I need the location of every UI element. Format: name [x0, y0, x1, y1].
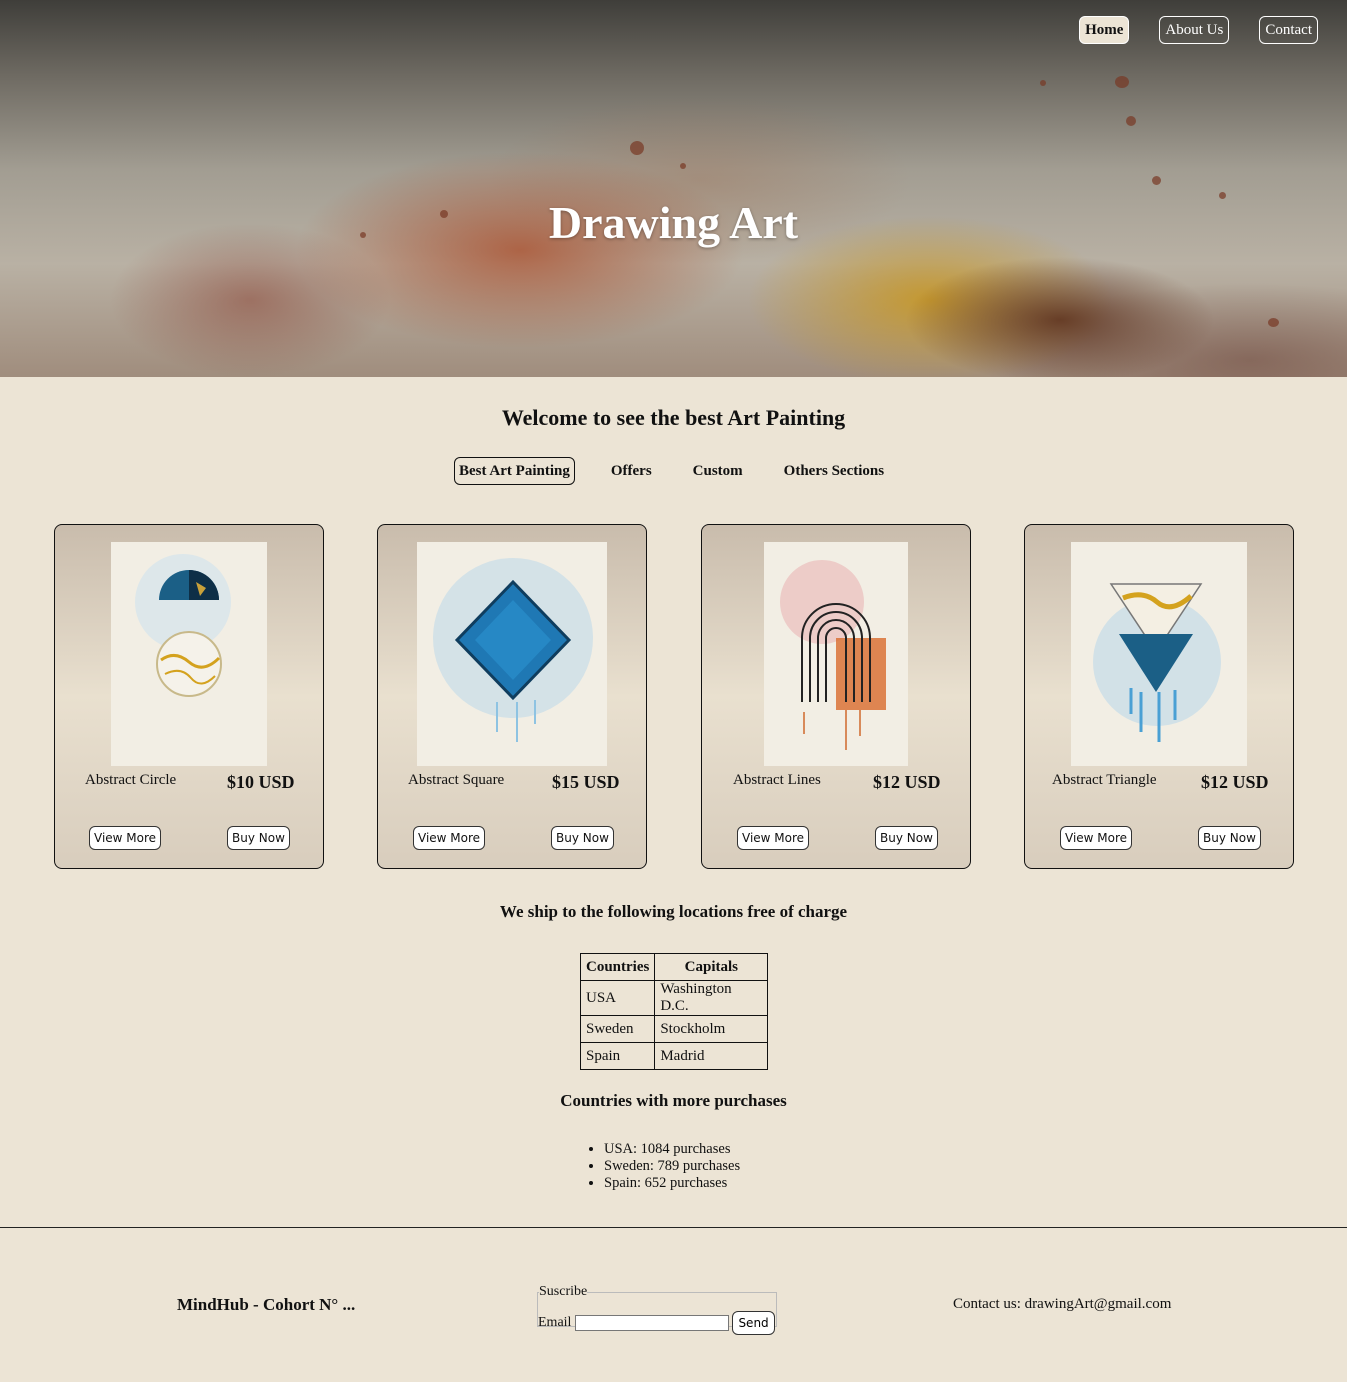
shipping-heading: We ship to the following locations free … — [499, 902, 848, 921]
table-cell: Spain — [579, 1042, 656, 1070]
nav-home-button[interactable]: Home — [1079, 16, 1130, 44]
buy-now-button[interactable]: Buy Now — [227, 826, 290, 850]
product-card: Abstract Square $15 USD View More Buy No… — [377, 524, 647, 869]
product-price: $10 USD — [227, 772, 295, 792]
table-cell: Stockholm — [654, 1015, 769, 1043]
column-header: Capitals — [654, 953, 769, 981]
list-item: Spain: 652 purchases — [604, 1175, 740, 1192]
top-nav: Home About Us Contact — [1079, 16, 1318, 44]
table-cell: Washington D.C. — [654, 980, 769, 1016]
hero-banner: Drawing Art Home About Us Contact — [0, 0, 1347, 377]
product-name: Abstract Circle — [85, 772, 177, 788]
abstract-square-image — [417, 542, 607, 766]
product-card: Abstract Circle $10 USD View More Buy No… — [54, 524, 324, 869]
tab-best-art-painting[interactable]: Best Art Painting — [454, 457, 575, 485]
purchases-heading: Countries with more purchases — [560, 1091, 787, 1110]
list-item: USA: 1084 purchases — [604, 1141, 740, 1158]
product-name: Abstract Triangle — [1052, 772, 1157, 788]
footer-divider — [0, 1227, 1347, 1228]
product-price: $15 USD — [552, 772, 620, 792]
subscribe-form: Suscribe Email Send — [537, 1284, 777, 1335]
column-header: Countries — [579, 953, 656, 981]
buy-now-button[interactable]: Buy Now — [551, 826, 614, 850]
view-more-button[interactable]: View More — [413, 826, 486, 850]
send-button[interactable]: Send — [732, 1311, 775, 1335]
product-card: Abstract Triangle $12 USD View More Buy … — [1024, 524, 1294, 869]
product-card: Abstract Lines $12 USD View More Buy Now — [701, 524, 971, 869]
table-row: Sweden Stockholm — [579, 1015, 769, 1043]
table-header-row: Countries Capitals — [579, 953, 769, 981]
tab-others-sections[interactable]: Others Sections — [779, 457, 889, 485]
abstract-circle-image — [111, 542, 267, 766]
table-row: USA Washington D.C. — [579, 980, 769, 1016]
abstract-triangle-image — [1071, 542, 1247, 766]
view-more-button[interactable]: View More — [737, 826, 810, 850]
product-name: Abstract Square — [408, 772, 505, 788]
footer-brand: MindHub - Cohort N° ... — [177, 1295, 356, 1314]
tab-offers[interactable]: Offers — [606, 457, 657, 485]
footer-contact: Contact us: drawingArt@gmail.com — [953, 1296, 1172, 1312]
email-field[interactable] — [575, 1315, 730, 1331]
buy-now-button[interactable]: Buy Now — [875, 826, 938, 850]
list-item: Sweden: 789 purchases — [604, 1158, 740, 1175]
tab-custom[interactable]: Custom — [688, 457, 748, 485]
table-cell: Madrid — [654, 1042, 769, 1070]
product-name: Abstract Lines — [733, 772, 821, 788]
product-price: $12 USD — [873, 772, 941, 792]
product-price: $12 USD — [1201, 772, 1269, 792]
abstract-lines-image — [764, 542, 908, 766]
subscribe-legend: Suscribe — [539, 1284, 588, 1299]
view-more-button[interactable]: View More — [1060, 826, 1133, 850]
email-label: Email — [538, 1315, 572, 1330]
shipping-table: Countries Capitals USA Washington D.C. S… — [579, 953, 769, 1070]
hero-title: Drawing Art — [548, 197, 799, 248]
table-cell: Sweden — [579, 1015, 656, 1043]
section-tabs: Best Art Painting Offers Custom Others S… — [454, 457, 889, 485]
purchases-list: USA: 1084 purchases Sweden: 789 purchase… — [604, 1141, 740, 1192]
buy-now-button[interactable]: Buy Now — [1198, 826, 1261, 850]
view-more-button[interactable]: View More — [89, 826, 162, 850]
welcome-heading: Welcome to see the best Art Painting — [501, 405, 846, 430]
nav-about-button[interactable]: About Us — [1159, 16, 1230, 44]
table-cell: USA — [579, 980, 656, 1016]
table-row: Spain Madrid — [579, 1042, 769, 1070]
nav-contact-button[interactable]: Contact — [1259, 16, 1318, 44]
